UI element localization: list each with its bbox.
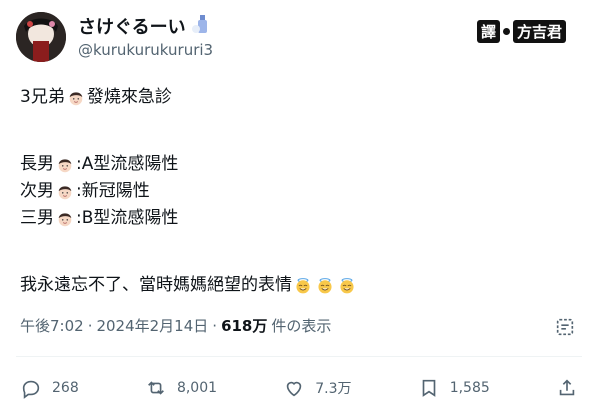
meta-separator: · [212, 317, 218, 335]
boy-face-emoji [58, 158, 72, 172]
halo-smile-emoji [340, 277, 354, 293]
translator-dot-icon [502, 28, 510, 35]
view-count: 618万 [221, 317, 268, 335]
line-3: 次男 :新冠陽性 [20, 181, 150, 201]
halo-smile-emoji [296, 277, 310, 293]
user-handle[interactable]: @kurukurukururi3 [78, 40, 213, 60]
like-icon [286, 381, 302, 397]
repost-count: 8,001 [176, 380, 218, 396]
line-2: 長男 :A型流感陽性 [20, 154, 179, 174]
tweet-time[interactable]: 午後7:02 [20, 316, 84, 336]
repost-button[interactable]: 8,001 [145, 377, 217, 399]
grok-icon[interactable] [554, 316, 576, 338]
view-count-label: 件の表示 [271, 317, 332, 335]
tweet-date[interactable]: 2024年2月14日 [96, 316, 208, 336]
boy-face-emoji [58, 185, 72, 199]
line-4: 三男 :B型流感陽性 [20, 208, 179, 228]
like-button[interactable]: 7.3万 [283, 377, 352, 399]
action-bar: 268 8,001 7.3万 1,585 [20, 374, 578, 402]
like-count: 7.3万 [315, 381, 352, 397]
bookmark-icon [422, 379, 436, 397]
tweet-text: 3兄弟 發燒來急診 長男 :A型流感陽性 次男 :新冠陽性 三男 :B型流感陽性… [20, 84, 358, 299]
share-button[interactable] [556, 377, 578, 399]
display-name[interactable]: さけぐるーい [78, 17, 186, 39]
repost-icon [148, 381, 164, 395]
bookmark-button[interactable]: 1,585 [418, 377, 490, 399]
display-name-row[interactable]: さけぐるーい [78, 14, 212, 42]
reply-count: 268 [52, 380, 79, 396]
meta-separator: · [87, 317, 93, 335]
boy-face-emoji [69, 91, 83, 105]
reply-icon [22, 380, 40, 399]
share-icon [559, 379, 575, 396]
boy-face-emoji [58, 212, 72, 226]
tweet-meta: 午後7:02 · 2024年2月14日 · 618万 件の表示 [20, 316, 331, 336]
avatar[interactable] [16, 12, 66, 62]
reply-button[interactable]: 268 [20, 377, 79, 399]
line-5: 我永遠忘不了、當時媽媽絕望的表情 [20, 272, 358, 299]
line-1: 3兄弟 發燒來急診 [20, 87, 172, 107]
translator-name: 方吉君 [512, 20, 566, 43]
bookmark-count: 1,585 [449, 380, 490, 396]
halo-smile-emoji [318, 277, 332, 293]
translator-label: 譯 [476, 20, 500, 43]
translator-credit: 譯 方吉君 [476, 20, 566, 43]
sake-bottle-icon [190, 14, 212, 42]
divider [16, 356, 582, 357]
